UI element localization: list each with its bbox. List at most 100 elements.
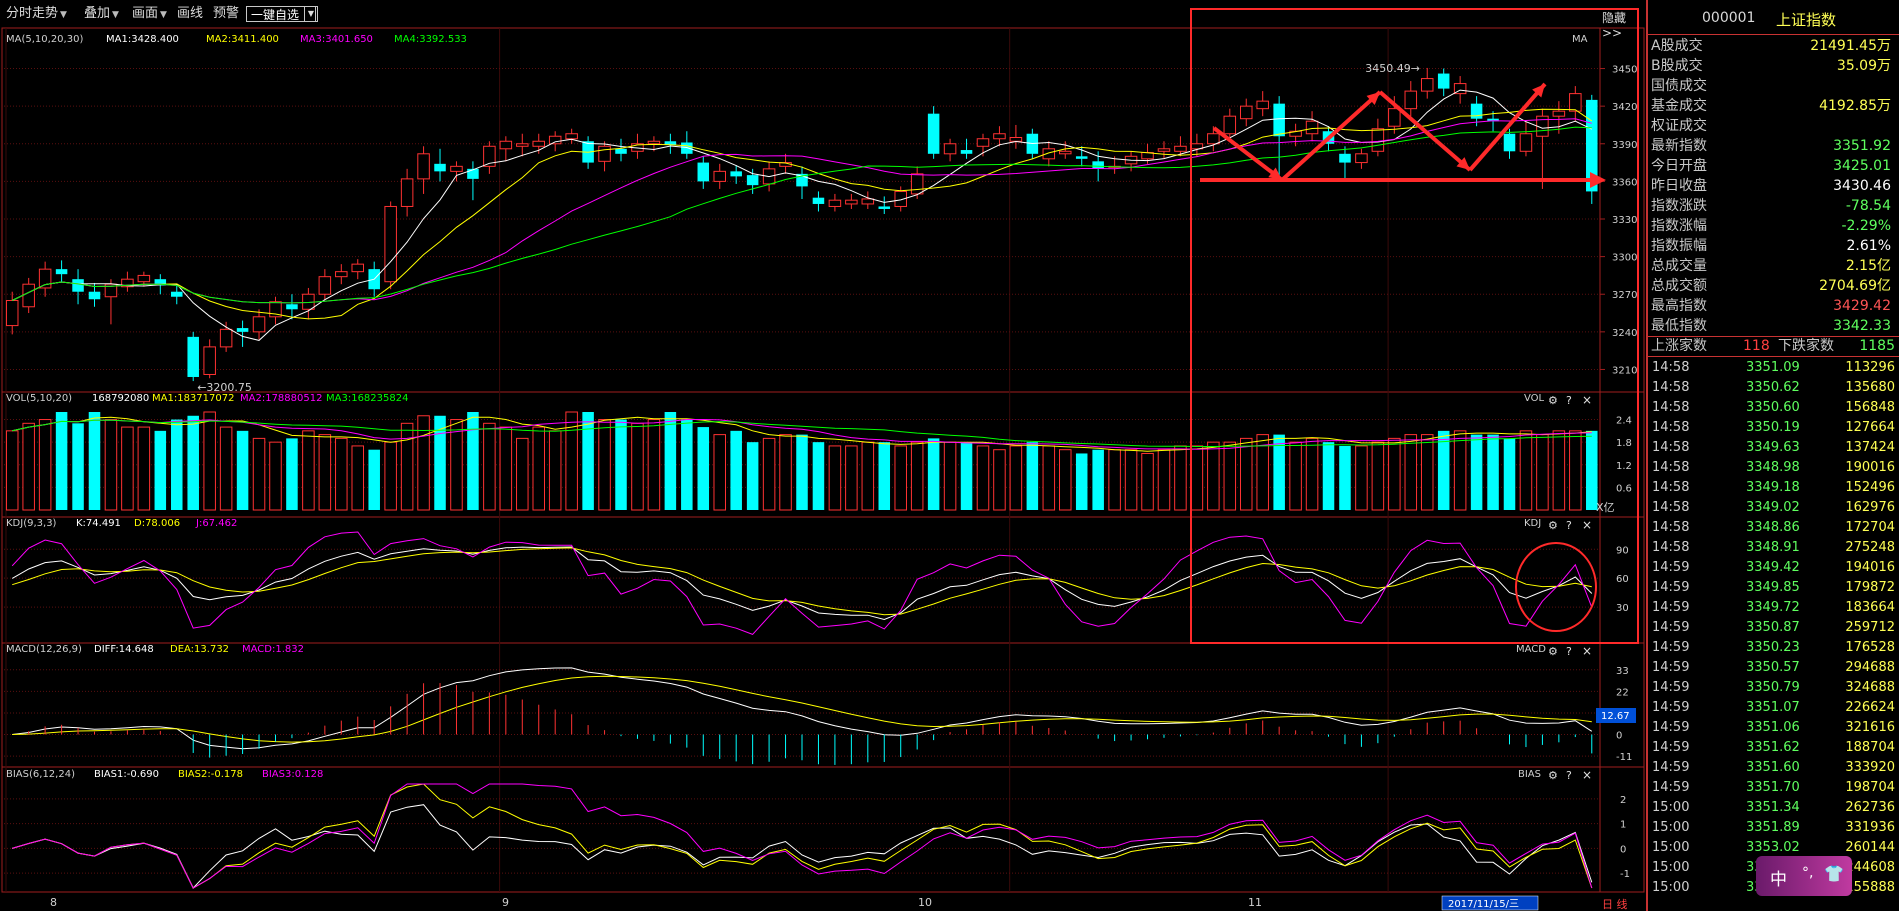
tick-time: 14:59 — [1652, 620, 1690, 635]
vol-ma1: MA1:183717072 — [152, 393, 234, 404]
kdj-tick-label: 60 — [1616, 574, 1629, 585]
tick-volume: 324688 — [1845, 680, 1895, 695]
tick-volume: 260144 — [1845, 840, 1895, 855]
volume-bar — [927, 438, 940, 510]
volume-bar — [203, 411, 216, 511]
candle-body — [647, 140, 661, 145]
tick-row: 14:59 3350.87 259712 — [1646, 618, 1899, 638]
tick-row: 14:58 3349.02 162976 — [1646, 498, 1899, 518]
gear-icon[interactable]: ⚙ — [1548, 394, 1558, 407]
help-icon[interactable]: ? — [1566, 519, 1572, 532]
candle-body — [1355, 153, 1368, 164]
panel-divider — [1646, 356, 1899, 357]
volume-bar — [845, 445, 858, 511]
help-icon[interactable]: ? — [1566, 769, 1572, 782]
tick-time: 14:59 — [1652, 780, 1690, 795]
help-icon[interactable]: ? — [1566, 645, 1572, 658]
volume-bar — [1239, 437, 1253, 511]
candle-body — [976, 138, 990, 147]
shirt-icon[interactable]: 👕 — [1824, 864, 1844, 883]
volume-bar — [1190, 445, 1204, 511]
tick-price: 3350.57 — [1746, 660, 1800, 675]
stat-value: 3342.33 — [1833, 318, 1891, 334]
close-icon[interactable]: × — [1582, 393, 1592, 407]
tick-row: 14:58 3348.98 190016 — [1646, 458, 1899, 478]
price-tick-label: 3330 — [1612, 215, 1637, 226]
bias-tag: BIAS — [1518, 769, 1541, 780]
period-daily-tab[interactable]: 日 线 — [1602, 897, 1628, 911]
candle-body — [1388, 108, 1401, 127]
volume-bar — [960, 442, 973, 510]
kdj-d: D:78.006 — [134, 518, 180, 529]
ime-toolbar[interactable]: 中 °, 👕 — [1756, 856, 1852, 896]
gear-icon[interactable]: ⚙ — [1548, 519, 1558, 532]
tick-row: 15:00 3353.02 260144 — [1646, 838, 1899, 858]
ime-mode[interactable]: 中 — [1770, 865, 1787, 890]
tick-volume: 156848 — [1845, 400, 1895, 415]
volume-bar — [1092, 449, 1104, 510]
macd-tick-label: -11 — [1616, 752, 1632, 763]
candle-body — [450, 165, 463, 172]
tick-time: 14:59 — [1652, 660, 1690, 675]
candle-body — [499, 140, 513, 150]
volume-bar — [1009, 445, 1023, 511]
candle-body — [845, 199, 858, 205]
gear-icon[interactable]: ⚙ — [1548, 645, 1558, 658]
help-icon[interactable]: ? — [1566, 394, 1572, 407]
panel-frame — [1, 516, 1645, 644]
close-icon[interactable]: × — [1582, 518, 1592, 532]
volume-bar — [516, 437, 529, 511]
candle-body — [1420, 78, 1434, 92]
candle-body — [1404, 90, 1418, 110]
tick-row: 14:58 3348.91 275248 — [1646, 538, 1899, 558]
macd-tick-label: 33 — [1616, 666, 1629, 677]
volume-bar — [499, 426, 513, 511]
candle-body — [1042, 148, 1056, 160]
volume-bar — [631, 422, 644, 511]
candle-body — [1256, 100, 1269, 110]
stat-label: 权证成交 — [1651, 118, 1707, 134]
stat-label: 最低指数 — [1651, 318, 1707, 334]
candle-body — [1503, 133, 1516, 152]
volume-bar — [400, 422, 414, 511]
tick-volume: 226624 — [1845, 700, 1895, 715]
volume-bar — [697, 427, 710, 510]
candle-body — [1552, 110, 1566, 117]
gear-icon[interactable]: ⚙ — [1548, 769, 1558, 782]
candle-body — [318, 276, 332, 295]
candle-body — [927, 113, 940, 154]
macd-diff: DIFF:14.648 — [94, 644, 154, 655]
x-month-1: 8 — [50, 896, 57, 909]
tick-volume: 275248 — [1845, 540, 1895, 555]
volume-bar — [878, 442, 891, 510]
tick-volume: 194016 — [1845, 560, 1895, 575]
candle-body — [532, 140, 546, 147]
tick-row: 14:59 3349.42 194016 — [1646, 558, 1899, 578]
candle-body — [1569, 93, 1582, 112]
volume-bar — [1339, 445, 1351, 510]
close-icon[interactable]: × — [1582, 768, 1592, 782]
volume-bar — [812, 442, 825, 510]
tick-row: 14:58 3348.86 172704 — [1646, 518, 1899, 538]
candle-body — [203, 346, 216, 375]
volume-bar — [1042, 445, 1056, 511]
tick-volume: 162976 — [1845, 500, 1895, 515]
stat-row: 今日开盘 3425.01 — [1649, 156, 1895, 176]
candle-body — [187, 336, 199, 377]
tick-time: 15:00 — [1652, 840, 1690, 855]
ime-punct-icon[interactable]: °, — [1802, 865, 1813, 881]
macd-header: MACD(12,26,9) — [6, 644, 82, 655]
tick-time: 15:00 — [1652, 800, 1690, 815]
tick-time: 14:58 — [1652, 500, 1690, 515]
tick-price: 3349.42 — [1746, 560, 1800, 575]
candle-body — [1058, 150, 1072, 155]
volume-bar — [1223, 441, 1237, 511]
kline-chart[interactable]: 3450342033903360333033003270324032102.41… — [0, 0, 1646, 911]
candle-body — [219, 328, 233, 348]
x-month-4: 11 — [1248, 896, 1262, 909]
candle-body — [960, 150, 973, 154]
vol-ma3: MA3:168235824 — [326, 393, 408, 404]
close-icon[interactable]: × — [1582, 644, 1592, 658]
volume-bar — [1355, 445, 1368, 511]
tick-row: 14:59 3351.60 333920 — [1646, 758, 1899, 778]
